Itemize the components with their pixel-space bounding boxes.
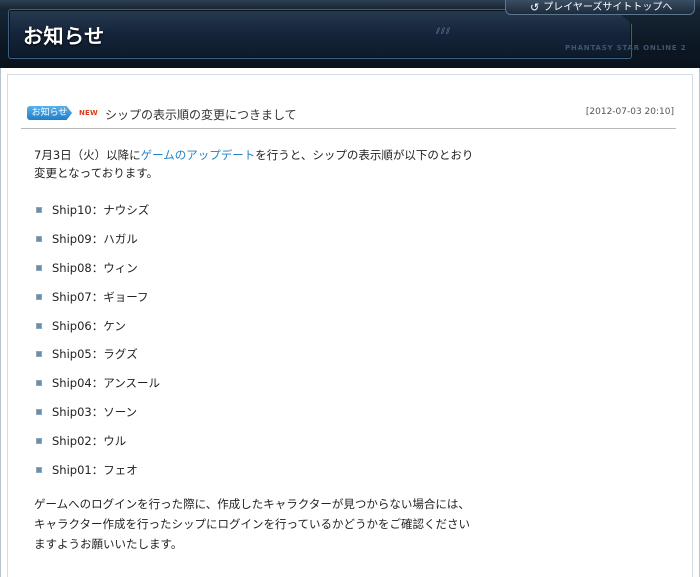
intro-text-line2: 変更となっております。 (34, 166, 159, 180)
intro-text-end: を行うと、シップの表示順が以下のとおり (255, 148, 474, 162)
list-item: Ship02：ウル (36, 426, 160, 455)
bullet-icon (36, 437, 42, 444)
list-item: Ship01：フェオ (36, 455, 160, 484)
page-header: お知らせ ⫽⫽⫽ ↺ プレイヤーズサイトトップへ PHANTASY STAR O… (0, 0, 700, 69)
ship-label: Ship09：ハガル (52, 232, 138, 247)
ship-label: Ship03：ソーン (52, 404, 138, 419)
bullet-icon (36, 351, 42, 358)
bullet-icon (36, 207, 42, 214)
return-arrow-icon: ↺ (530, 0, 540, 14)
list-item: Ship05：ラグズ (36, 340, 160, 369)
footer-line-2: キャラクター作成を行ったシップにログインを行っているかどうかをご確認ください (34, 517, 470, 531)
list-item: Ship03：ソーン (36, 398, 160, 427)
ship-label: Ship06：ケン (52, 318, 126, 333)
bullet-icon (36, 380, 42, 387)
bullet-icon (36, 293, 42, 300)
ship-label: Ship07：ギョーフ (52, 289, 149, 304)
article-footer-text: ゲームへのログインを行った際に、作成したキャラクターが見つからない場合には、 キ… (34, 494, 494, 554)
players-site-top-label: プレイヤーズサイトトップへ (543, 1, 673, 13)
article-title: シップの表示順の変更につきまして (105, 108, 297, 122)
page-title: お知らせ (23, 24, 105, 48)
ship-label: Ship01：フェオ (52, 462, 138, 477)
category-badge: お知らせ (27, 106, 72, 120)
article-header: お知らせ NEW シップの表示順の変更につきまして [2012-07-03 20… (21, 106, 676, 129)
ship-label: Ship05：ラグズ (52, 347, 138, 362)
game-logo: PHANTASY STAR ONLINE 2 (565, 44, 687, 52)
players-site-top-link[interactable]: ↺ プレイヤーズサイトトップへ (505, 0, 695, 15)
list-item: Ship09：ハガル (36, 225, 160, 254)
bullet-icon (36, 236, 42, 243)
article-intro: 7月3日（火）以降にゲームのアップデートを行うと、シップの表示順が以下のとおり … (34, 146, 474, 182)
intro-text-start: 7月3日（火）以降に (34, 148, 141, 162)
footer-line-1: ゲームへのログインを行った際に、作成したキャラクターが見つからない場合には、 (34, 497, 470, 511)
article-timestamp: [2012-07-03 20:10] (585, 107, 674, 117)
ship-label: Ship02：ウル (52, 433, 127, 448)
ship-label: Ship10：ナウシズ (52, 203, 150, 218)
list-item: Ship06：ケン (36, 311, 160, 340)
ship-label: Ship08：ウィン (52, 260, 138, 275)
list-item: Ship08：ウィン (36, 254, 160, 283)
bullet-icon (36, 264, 42, 271)
list-item: Ship07：ギョーフ (36, 282, 160, 311)
bullet-icon (36, 408, 42, 415)
ship-list: Ship10：ナウシズ Ship09：ハガル Ship08：ウィン Ship07… (36, 196, 160, 484)
new-badge: NEW (79, 109, 98, 117)
game-update-link[interactable]: ゲームのアップデート (141, 148, 256, 162)
footer-line-3: ますようお願いいたします。 (34, 537, 183, 551)
bullet-icon (36, 466, 42, 473)
list-item: Ship10：ナウシズ (36, 196, 160, 225)
bullet-icon (36, 322, 42, 329)
list-item: Ship04：アンスール (36, 369, 160, 398)
ship-label: Ship04：アンスール (52, 376, 161, 391)
decorative-stripes: ⫽⫽⫽ (436, 27, 452, 37)
